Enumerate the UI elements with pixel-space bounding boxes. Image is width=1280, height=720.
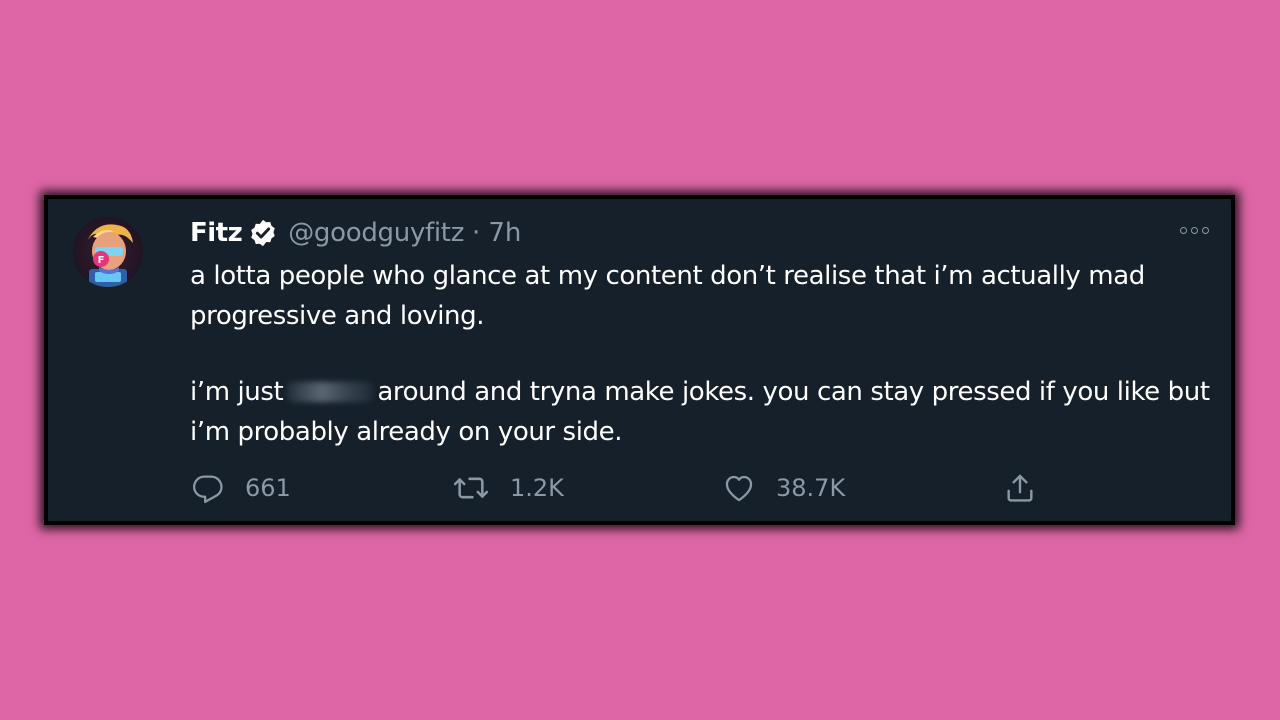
reply-icon <box>191 471 225 505</box>
verified-badge-icon <box>248 218 278 248</box>
like-count: 38.7K <box>776 474 846 502</box>
heart-icon <box>722 471 756 505</box>
reply-button[interactable]: 661 <box>191 471 291 505</box>
retweet-count: 1.2K <box>510 474 564 502</box>
share-button[interactable] <box>1003 471 1037 505</box>
svg-text:F: F <box>98 255 105 266</box>
blurred-word <box>287 382 374 402</box>
tweet-text-before-blur: i’m just <box>190 377 284 407</box>
action-bar: 661 1.2K 38.7K <box>48 471 1231 511</box>
more-icon-dot <box>1191 227 1198 234</box>
share-icon <box>1003 471 1037 505</box>
avatar-image: F <box>73 217 143 287</box>
separator-dot: · <box>472 218 481 248</box>
like-button[interactable]: 38.7K <box>722 471 845 505</box>
tweet-header: Fitz @goodguyfitz · 7h <box>190 215 521 251</box>
tweet-card[interactable]: F Fitz @goodguyfitz · 7h a lotta people … <box>48 199 1231 521</box>
more-icon-dot <box>1202 227 1209 234</box>
timestamp[interactable]: 7h <box>488 218 521 248</box>
retweet-icon <box>452 471 490 505</box>
reply-count: 661 <box>245 474 291 502</box>
tweet-text: a lotta people who glance at my content … <box>190 256 1210 452</box>
more-icon <box>1180 227 1187 234</box>
user-handle[interactable]: @goodguyfitz <box>288 218 464 248</box>
tweet-paragraph-2: i’m just around and tryna make jokes. you… <box>190 372 1210 452</box>
retweet-button[interactable]: 1.2K <box>452 471 564 505</box>
display-name[interactable]: Fitz <box>190 218 243 248</box>
tweet-paragraph-1: a lotta people who glance at my content … <box>190 261 1145 331</box>
more-options-button[interactable] <box>1180 227 1209 234</box>
avatar[interactable]: F <box>73 217 143 287</box>
